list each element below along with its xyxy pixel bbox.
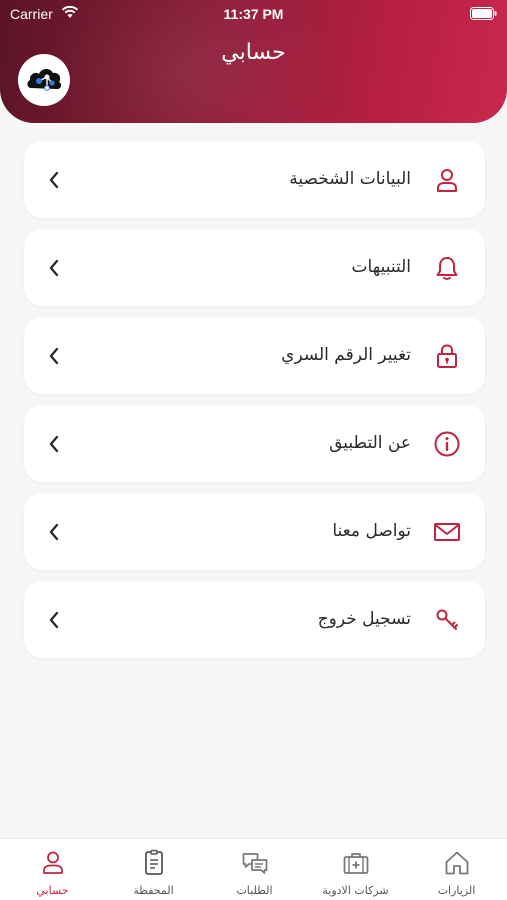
status-time: 11:37 PM (223, 6, 284, 22)
tab-my-account[interactable]: حسابي (2, 839, 103, 900)
menu-item-contact-us[interactable]: تواصل معنا (24, 493, 485, 570)
tab-pharma-companies[interactable]: شركات الادوية (305, 839, 406, 900)
info-icon (434, 431, 460, 457)
key-icon (436, 609, 458, 630)
account-menu: البيانات الشخصية التنبيهات تغيير الرقم ا… (24, 141, 485, 669)
tab-label: شركات الادوية (322, 884, 389, 897)
status-bar: Carrier 11:37 PM (0, 0, 507, 28)
app-logo-icon (20, 56, 68, 104)
menu-item-label: تسجيل خروج (317, 609, 411, 629)
bell-icon (436, 257, 458, 280)
tab-label: حسابي (36, 884, 69, 897)
user-icon (437, 169, 457, 192)
menu-item-label: تواصل معنا (332, 521, 411, 541)
chevron-left-icon (49, 171, 59, 189)
menu-item-label: تغيير الرقم السري (281, 345, 411, 365)
tab-label: الزيارات (437, 884, 476, 897)
wallet-icon (145, 849, 163, 875)
page-title: حسابي (221, 40, 286, 65)
tab-orders[interactable]: الطلبات (204, 839, 305, 900)
tab-visits[interactable]: الزيارات (406, 839, 507, 900)
tab-wallet[interactable]: المحفظة (103, 839, 204, 900)
tab-label: المحفظة (133, 884, 174, 897)
lock-icon (437, 344, 457, 368)
menu-item-logout[interactable]: تسجيل خروج (24, 581, 485, 658)
medkit-icon (343, 853, 369, 874)
tab-bar: حسابي المحفظة الطلبات شركات الادوية الزي… (0, 838, 507, 900)
menu-item-label: التنبيهات (351, 257, 411, 277)
tab-label: الطلبات (236, 884, 273, 897)
user-icon (43, 851, 63, 874)
chat-icon (242, 853, 268, 874)
chevron-left-icon (49, 611, 59, 629)
home-icon (445, 851, 469, 875)
battery-icon (470, 7, 497, 20)
chevron-left-icon (49, 347, 59, 365)
chevron-left-icon (49, 259, 59, 277)
menu-item-label: عن التطبيق (329, 433, 411, 453)
menu-item-change-password[interactable]: تغيير الرقم السري (24, 317, 485, 394)
avatar[interactable] (18, 54, 70, 106)
menu-item-about-app[interactable]: عن التطبيق (24, 405, 485, 482)
menu-item-notifications[interactable]: التنبيهات (24, 229, 485, 306)
chevron-left-icon (49, 523, 59, 541)
chevron-left-icon (49, 435, 59, 453)
menu-item-personal-info[interactable]: البيانات الشخصية (24, 141, 485, 218)
mail-icon (434, 523, 460, 541)
menu-item-label: البيانات الشخصية (289, 169, 411, 189)
